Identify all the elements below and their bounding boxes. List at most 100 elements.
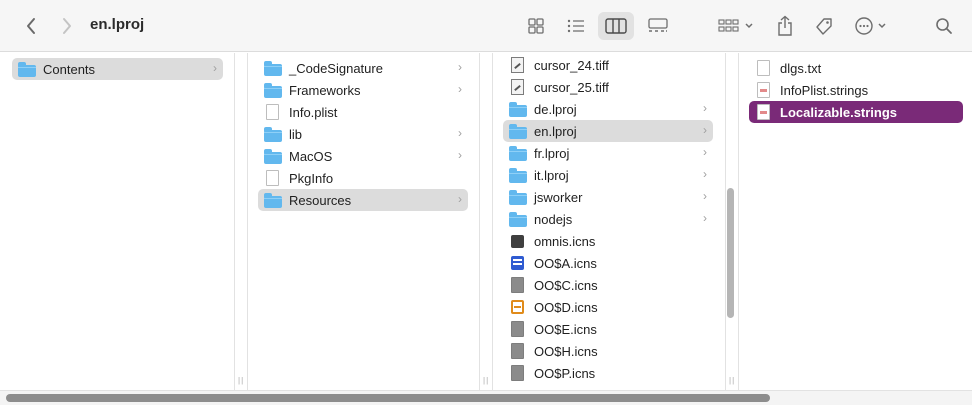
folder-icon — [509, 123, 527, 139]
icns-file-icon — [511, 235, 524, 248]
item-label: omnis.icns — [534, 233, 596, 249]
folder-icon — [264, 82, 282, 98]
list-item[interactable]: cursor_24.tiff — [503, 54, 713, 76]
item-label: OO$C.icns — [534, 277, 598, 293]
back-button[interactable] — [18, 14, 44, 38]
column-4: dlgs.txt InfoPlist.strings Localizable.s… — [739, 53, 972, 390]
gallery-view-button[interactable] — [640, 12, 676, 40]
folder-icon — [509, 189, 527, 205]
list-item[interactable]: jsworker › — [503, 186, 713, 208]
list-item[interactable]: PkgInfo — [258, 167, 468, 189]
icns-file-icon — [511, 277, 524, 293]
item-label: InfoPlist.strings — [780, 82, 869, 98]
item-label: nodejs — [534, 211, 573, 227]
document-icon — [266, 104, 279, 120]
list-item-en-lproj[interactable]: en.lproj › — [503, 120, 713, 142]
column-divider — [725, 53, 726, 390]
column-resize-handle[interactable]: || — [483, 376, 489, 385]
column-1: Contents › — [0, 53, 234, 390]
strings-file-icon — [757, 82, 770, 98]
icns-file-icon — [511, 365, 524, 381]
list-item[interactable]: OO$H.icns — [503, 340, 713, 362]
item-label: PkgInfo — [289, 170, 334, 186]
list-item-localizable-strings[interactable]: Localizable.strings — [749, 101, 963, 123]
item-label: en.lproj — [534, 123, 577, 139]
list-item[interactable]: fr.lproj › — [503, 142, 713, 164]
list-item-contents[interactable]: Contents › — [12, 58, 223, 80]
grid-icon — [528, 18, 544, 34]
chevron-right-icon: › — [703, 145, 707, 159]
search-icon — [936, 18, 952, 34]
list-icon — [567, 19, 584, 33]
list-item[interactable]: OO$C.icns — [503, 274, 713, 296]
chevron-left-icon — [27, 18, 35, 34]
chevron-right-icon: › — [213, 61, 217, 75]
item-label: _CodeSignature — [289, 60, 383, 76]
chevron-right-icon: › — [703, 211, 707, 225]
list-item[interactable]: dlgs.txt — [749, 57, 963, 79]
window-title: en.lproj — [90, 16, 145, 33]
item-label: de.lproj — [534, 101, 577, 117]
column-2: _CodeSignature › Frameworks › Info.plist… — [248, 53, 478, 390]
item-label: cursor_25.tiff — [534, 79, 609, 95]
horizontal-scrollbar[interactable] — [6, 394, 770, 402]
folder-icon — [264, 192, 282, 208]
share-button[interactable] — [772, 12, 798, 40]
image-file-icon — [511, 57, 524, 73]
list-item-resources[interactable]: Resources › — [258, 189, 468, 211]
gallery-icon — [648, 18, 668, 32]
group-icon — [718, 19, 753, 32]
chevron-right-icon: › — [458, 148, 462, 162]
icns-file-icon — [511, 256, 524, 270]
list-item[interactable]: OO$E.icns — [503, 318, 713, 340]
item-label: it.lproj — [534, 167, 569, 183]
list-item[interactable]: omnis.icns — [503, 230, 713, 252]
icon-view-button[interactable] — [518, 12, 554, 40]
list-item[interactable]: MacOS › — [258, 145, 468, 167]
column-resize-handle[interactable]: || — [238, 376, 244, 385]
forward-button[interactable] — [54, 14, 80, 38]
list-item[interactable]: lib › — [258, 123, 468, 145]
item-label: Frameworks — [289, 82, 361, 98]
chevron-right-icon: › — [458, 60, 462, 74]
list-item[interactable]: OO$A.icns — [503, 252, 713, 274]
group-button[interactable] — [716, 13, 758, 39]
list-item[interactable]: nodejs › — [503, 208, 713, 230]
column-resize-handle[interactable]: || — [729, 376, 735, 385]
image-file-icon — [511, 79, 524, 95]
column-view-button[interactable] — [598, 12, 634, 40]
item-label: Info.plist — [289, 104, 338, 120]
toolbar: en.lproj — [0, 0, 972, 52]
tag-button[interactable] — [810, 12, 838, 40]
item-label: Resources — [289, 192, 352, 208]
list-item[interactable]: it.lproj › — [503, 164, 713, 186]
document-icon — [266, 170, 279, 186]
folder-icon — [509, 145, 527, 161]
view-switcher — [518, 12, 690, 40]
item-label: fr.lproj — [534, 145, 570, 161]
item-label: MacOS — [289, 148, 333, 164]
chevron-right-icon: › — [458, 82, 462, 96]
list-item[interactable]: InfoPlist.strings — [749, 79, 963, 101]
list-item[interactable]: Frameworks › — [258, 79, 468, 101]
search-button[interactable] — [930, 12, 958, 40]
list-item[interactable]: OO$P.icns — [503, 362, 713, 384]
icns-file-icon — [511, 300, 524, 314]
folder-icon — [509, 167, 527, 183]
chevron-right-icon: › — [458, 126, 462, 140]
list-item[interactable]: Info.plist — [258, 101, 468, 123]
folder-icon — [264, 148, 282, 164]
item-label: cursor_24.tiff — [534, 57, 609, 73]
list-item[interactable]: _CodeSignature › — [258, 57, 468, 79]
column-divider — [234, 53, 235, 390]
list-item[interactable]: OO$D.icns — [503, 296, 713, 318]
vertical-scrollbar[interactable] — [727, 188, 734, 318]
list-item[interactable]: cursor_25.tiff — [503, 76, 713, 98]
more-actions-button[interactable] — [852, 12, 894, 40]
item-label: Localizable.strings — [780, 104, 898, 120]
list-view-button[interactable] — [558, 12, 594, 40]
columns-icon — [605, 18, 627, 34]
folder-icon — [509, 101, 527, 117]
list-item[interactable]: de.lproj › — [503, 98, 713, 120]
column-3: cursor_24.tiff cursor_25.tiff de.lproj ›… — [493, 53, 723, 390]
